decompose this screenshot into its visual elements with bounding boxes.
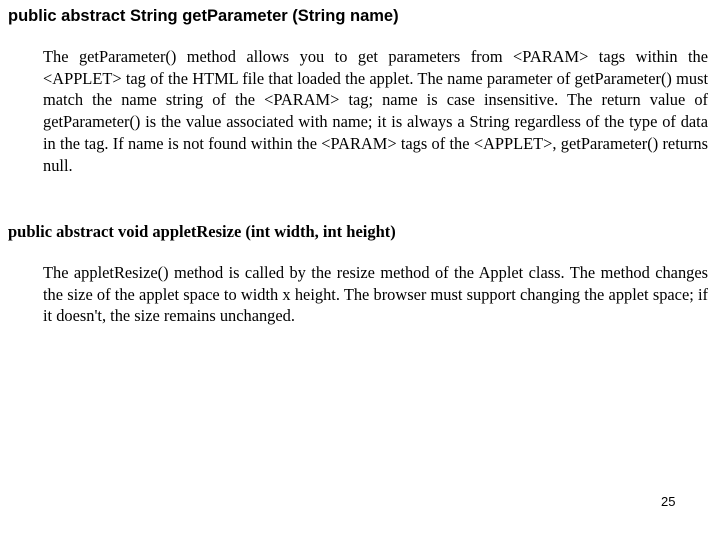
page-number: 25 bbox=[661, 494, 676, 509]
appletresize-signature-heading: public abstract void appletResize (int w… bbox=[8, 222, 396, 241]
appletresize-description: The appletResize() method is called by t… bbox=[43, 263, 708, 326]
getparameter-description: The getParameter() method allows you to … bbox=[43, 47, 708, 175]
getparameter-signature-heading: public abstract String getParameter (Str… bbox=[8, 7, 399, 25]
